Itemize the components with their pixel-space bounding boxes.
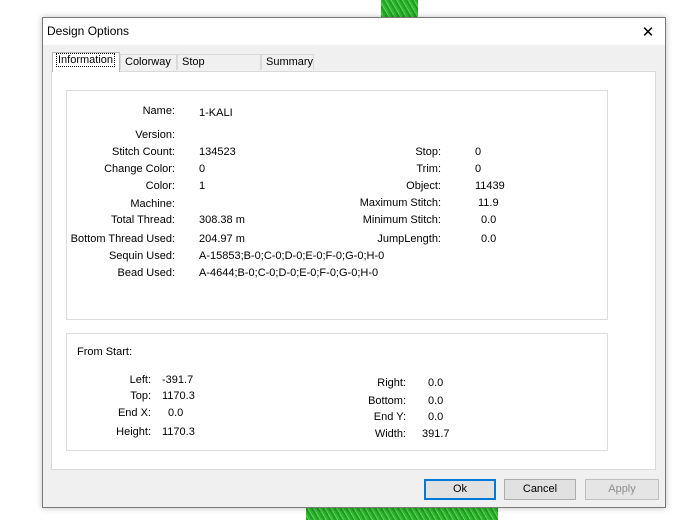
title-bar[interactable]: Design Options ✕	[43, 18, 665, 45]
design-options-dialog: Design Options ✕ Information Colorway St…	[42, 17, 666, 508]
object-value: 11439	[475, 180, 505, 192]
close-button[interactable]: ✕	[631, 18, 665, 45]
total-thread-label: Total Thread:	[110, 214, 175, 226]
width-label: Width:	[374, 428, 406, 440]
from-start-heading: From Start:	[77, 346, 133, 358]
information-tab-panel: Name: 1-KALI Version: Stitch Count: 1345…	[51, 71, 656, 470]
right-value: 0.0	[428, 377, 444, 389]
change-color-label: Change Color:	[104, 163, 175, 175]
embroidery-design-background	[381, 0, 418, 18]
stop-label: Stop:	[415, 146, 441, 158]
left-value: -391.7	[162, 374, 194, 386]
jump-length-label: JumpLength:	[377, 233, 441, 245]
minimum-stitch-value: 0.0	[481, 214, 497, 226]
height-value: 1170.3	[162, 426, 195, 438]
sequin-used-label: Sequin Used:	[108, 250, 175, 262]
stitch-count-label: Stitch Count:	[112, 146, 175, 158]
bottom-thread-label: Bottom Thread Used:	[70, 233, 175, 245]
bottom-value: 0.0	[428, 395, 444, 407]
version-label: Version:	[135, 129, 175, 141]
maximum-stitch-value: 11.9	[478, 197, 499, 209]
right-label: Right:	[377, 377, 406, 389]
end-y-value: 0.0	[428, 411, 444, 423]
stop-value: 0	[475, 146, 482, 158]
color-value: 1	[199, 180, 206, 192]
end-x-label: End X:	[117, 407, 151, 419]
minimum-stitch-label: Minimum Stitch:	[362, 214, 441, 226]
end-y-label: End Y:	[373, 411, 406, 423]
bottom-thread-value: 204.97 m	[199, 233, 245, 245]
object-label: Object:	[406, 180, 441, 192]
ok-button[interactable]: Ok	[424, 479, 496, 500]
bead-used-label: Bead Used:	[117, 267, 175, 279]
name-label: Name:	[142, 105, 175, 117]
embroidery-design-background	[306, 506, 498, 520]
cancel-button[interactable]: Cancel	[504, 479, 576, 500]
trim-value: 0	[475, 163, 482, 175]
width-value: 391.7	[422, 428, 450, 440]
left-label: Left:	[129, 374, 151, 386]
top-value: 1170.3	[162, 390, 195, 402]
jump-length-value: 0.0	[481, 233, 497, 245]
total-thread-value: 308.38 m	[199, 214, 245, 226]
color-label: Color:	[145, 180, 175, 192]
top-label: Top:	[130, 390, 151, 402]
sequin-used-value: A-15853;B-0;C-0;D-0;E-0;F-0;G-0;H-0	[199, 250, 385, 262]
maximum-stitch-label: Maximum Stitch:	[359, 197, 441, 209]
bead-used-value: A-4644;B-0;C-0;D-0;E-0;F-0;G-0;H-0	[199, 267, 379, 279]
height-label: Height:	[116, 426, 151, 438]
tab-information[interactable]: Information	[52, 52, 120, 72]
close-icon: ✕	[641, 23, 655, 41]
bottom-label: Bottom:	[368, 395, 406, 407]
stitch-count-value: 134523	[199, 146, 236, 158]
end-x-value: 0.0	[168, 407, 184, 419]
tab-summary[interactable]: Summary	[261, 54, 314, 70]
name-value: 1-KALI	[199, 107, 233, 119]
tab-stop-sequence[interactable]: Stop Sequence	[177, 54, 261, 83]
tab-colorway[interactable]: Colorway	[120, 54, 177, 70]
apply-button[interactable]: Apply	[585, 479, 659, 500]
change-color-value: 0	[199, 163, 206, 175]
from-start-group: From Start: Left: -391.7 Top: 1170.3 End…	[66, 333, 608, 451]
dialog-title: Design Options	[47, 24, 130, 38]
trim-label: Trim:	[416, 163, 441, 175]
design-info-group: Name: 1-KALI Version: Stitch Count: 1345…	[66, 90, 608, 320]
machine-label: Machine:	[130, 198, 175, 210]
